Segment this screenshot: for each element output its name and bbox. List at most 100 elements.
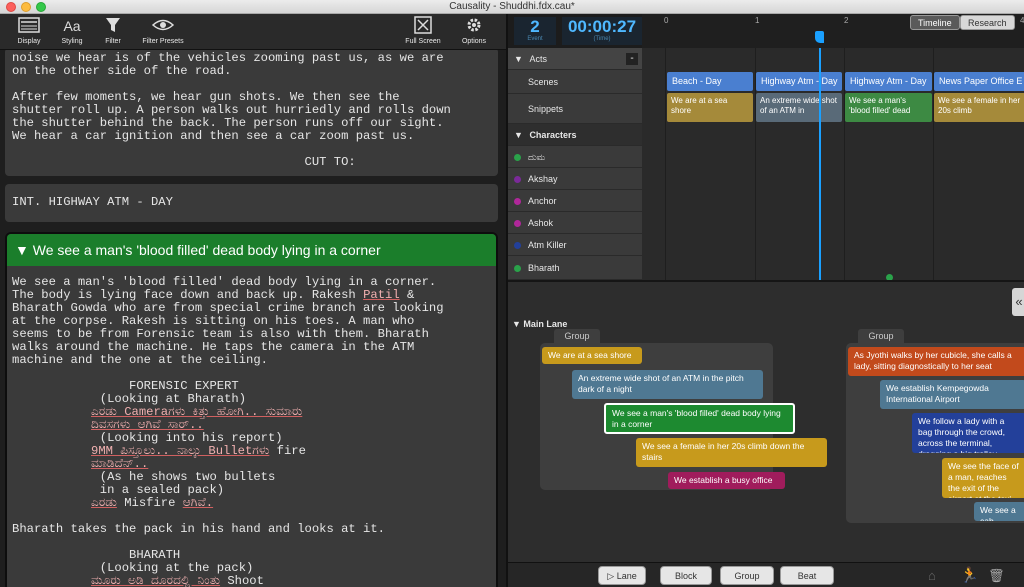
beat-card[interactable]: An extreme wide shot of an ATM in the pi… bbox=[572, 370, 763, 399]
styling-button[interactable]: Aa Styling bbox=[54, 16, 90, 45]
scene-heading-block[interactable]: INT. HIGHWAY ATM - DAY bbox=[5, 184, 498, 222]
dialogue-text: Misfire bbox=[116, 496, 183, 510]
add-beat-button[interactable]: Beat bbox=[780, 566, 834, 585]
scene-block[interactable]: Beach - Day bbox=[667, 72, 753, 91]
tab-research[interactable]: Research bbox=[960, 15, 1015, 30]
filter-presets-button[interactable]: Filter Presets bbox=[138, 16, 188, 45]
dialogue-line: 9MM ಪಿಸ್ತೂಲು.. ನಾಲ್ಕು Bulletಗಳು fire bbox=[12, 445, 444, 458]
snippet-block[interactable]: We see a man's 'blood filled' dead bbox=[845, 93, 932, 122]
track-scenes[interactable]: Scenes bbox=[508, 70, 642, 94]
display-button[interactable]: Display bbox=[8, 16, 50, 45]
scene-heading: INT. HIGHWAY ATM - DAY bbox=[12, 195, 173, 209]
runner-icon[interactable]: 🏃 bbox=[960, 566, 979, 584]
filter-label: Filter bbox=[105, 38, 121, 45]
disclosure-triangle-icon[interactable]: ▼ bbox=[508, 130, 523, 140]
dialogue-line: ಮೂರು ಅಡಿ ದೂರದಲ್ಲಿ ನಿಂತು Shoot bbox=[12, 575, 444, 587]
character-row[interactable]: Bharath bbox=[508, 256, 642, 280]
snippet-block[interactable]: An extreme wide shot of an ATM in bbox=[756, 93, 842, 122]
character-row[interactable]: Akshay bbox=[508, 168, 642, 190]
app-window: Causality - Shuddhi.fdx.cau* Display Aa … bbox=[0, 0, 1024, 587]
timeline-lanes[interactable]: Beach - Day Highway Atm - Day Highway At… bbox=[642, 48, 1024, 280]
active-beat-block[interactable]: ▼ We see a man's 'blood filled' dead bod… bbox=[5, 232, 498, 587]
add-lane-button[interactable]: ▷ Lane bbox=[598, 566, 646, 585]
beat-card[interactable]: We see a female in her 20s climb down th… bbox=[636, 438, 827, 467]
character-row[interactable]: Ashok bbox=[508, 212, 642, 234]
track-acts[interactable]: ▼ Acts - bbox=[508, 48, 642, 70]
active-beat-title: We see a man's 'blood filled' dead body … bbox=[32, 242, 381, 258]
time-value: 00:00:27 bbox=[567, 17, 637, 36]
script-editor[interactable]: noise we hear is of the vehicles zooming… bbox=[0, 50, 506, 587]
character-color-dot bbox=[514, 198, 521, 205]
scene-block[interactable]: Highway Atm - Day bbox=[845, 72, 932, 91]
time-ruler[interactable]: 0 1 2 4 Timeline Research bbox=[642, 14, 1024, 48]
playhead-handle[interactable] bbox=[815, 31, 824, 43]
ruler-tick: 1 bbox=[755, 16, 760, 25]
window-title: Causality - Shuddhi.fdx.cau* bbox=[449, 1, 575, 12]
beat-card-selected[interactable]: We see a man's 'blood filled' dead body … bbox=[604, 403, 795, 434]
beat-card[interactable]: As Jyothi walks by her cubicle, she call… bbox=[848, 347, 1024, 376]
minimize-window-button[interactable] bbox=[21, 2, 31, 12]
tab-timeline[interactable]: Timeline bbox=[910, 15, 960, 30]
snippet-block[interactable]: We see a female in her 20s climb bbox=[934, 93, 1024, 122]
ruler-tick: 2 bbox=[844, 16, 849, 25]
grid-line bbox=[665, 48, 666, 280]
character-color-dot bbox=[514, 176, 521, 183]
styling-icon: Aa bbox=[63, 18, 81, 34]
filter-button[interactable]: Filter bbox=[96, 16, 130, 45]
character-color-dot bbox=[514, 220, 521, 227]
track-characters[interactable]: ▼ Characters bbox=[508, 124, 642, 146]
script-line: on the other side of the road. bbox=[12, 64, 232, 78]
close-window-button[interactable] bbox=[6, 2, 16, 12]
character-row[interactable]: Anchor bbox=[508, 190, 642, 212]
character-row[interactable]: ದುಮ bbox=[508, 146, 642, 168]
acts-collapse-button[interactable]: - bbox=[626, 53, 638, 65]
parenthetical: in a sealed pack) bbox=[12, 483, 225, 497]
disclosure-triangle-icon[interactable]: ▼ bbox=[508, 54, 523, 64]
beat-card[interactable]: We follow a lady with a bag through the … bbox=[912, 413, 1024, 453]
gear-icon bbox=[456, 16, 492, 36]
beat-card[interactable]: We see a cab bbox=[974, 502, 1024, 521]
ruler-tick: 4 bbox=[1020, 16, 1024, 25]
script-text: The body is lying face down and back up.… bbox=[12, 288, 364, 302]
beat-card[interactable]: We establish a busy office bbox=[668, 472, 785, 489]
active-beat-script: We see a man's 'blood filled' dead body … bbox=[12, 276, 444, 587]
full-screen-icon bbox=[400, 16, 446, 36]
script-pane: Display Aa Styling Filter Filter Presets bbox=[0, 14, 506, 587]
main-lane-header[interactable]: ▼ Main Lane bbox=[512, 319, 567, 329]
script-block-previous[interactable]: noise we hear is of the vehicles zooming… bbox=[5, 50, 498, 176]
add-group-button[interactable]: Group bbox=[720, 566, 774, 585]
snippet-block[interactable]: We are at a sea shore bbox=[667, 93, 753, 122]
add-block-button[interactable]: Block bbox=[660, 566, 712, 585]
scene-block[interactable]: Highway Atm - Day bbox=[756, 72, 842, 91]
bottom-toolbar: ▷ Lane Block Group Beat ⌂ 🏃 🗑 bbox=[508, 562, 1024, 587]
trash-icon[interactable]: 🗑 bbox=[988, 568, 1005, 584]
playhead-line[interactable] bbox=[819, 48, 821, 280]
collapse-panel-button[interactable]: « bbox=[1012, 288, 1024, 316]
zoom-window-button[interactable] bbox=[36, 2, 46, 12]
active-beat-header[interactable]: ▼ We see a man's 'blood filled' dead bod… bbox=[7, 234, 496, 266]
scene-block[interactable]: News Paper Office E bbox=[934, 72, 1024, 91]
dialogue-text: ಎರಡು bbox=[91, 496, 117, 510]
tag-icon[interactable]: ⌂ bbox=[928, 568, 936, 583]
dialogue-text: ಮೂರು ಅಡಿ ದೂರದಲ್ಲಿ ನಿಂತು bbox=[91, 574, 221, 587]
character-row[interactable]: Atm Killer bbox=[508, 234, 642, 256]
disclosure-triangle-icon[interactable]: ▼ bbox=[15, 242, 33, 258]
spelling-flagged-word: Patil bbox=[363, 288, 400, 302]
ruler-tick: 0 bbox=[664, 16, 669, 25]
title-bar: Causality - Shuddhi.fdx.cau* bbox=[0, 0, 1024, 14]
options-button[interactable]: Options bbox=[456, 16, 492, 45]
filter-presets-label: Filter Presets bbox=[142, 38, 184, 45]
time-display: 00:00:27 (Time) bbox=[562, 17, 642, 45]
group-label[interactable]: Group bbox=[858, 329, 904, 343]
main-lane-area[interactable]: ▼ Main Lane « Group We are at a sea shor… bbox=[508, 280, 1024, 562]
full-screen-button[interactable]: Full Screen bbox=[400, 16, 446, 45]
beat-card[interactable]: We establish Kempegowda International Ai… bbox=[880, 380, 1024, 409]
group-label[interactable]: Group bbox=[554, 329, 600, 343]
beat-card[interactable]: We see the face of a man, reaches the ex… bbox=[942, 458, 1024, 498]
eye-icon bbox=[138, 16, 188, 36]
disclosure-triangle-icon[interactable]: ▼ bbox=[512, 319, 523, 329]
toolbar: Display Aa Styling Filter Filter Presets bbox=[0, 14, 506, 50]
dialogue-text: Shoot bbox=[220, 574, 264, 587]
beat-card[interactable]: We are at a sea shore bbox=[542, 347, 642, 364]
track-snippets[interactable]: Snippets bbox=[508, 94, 642, 124]
